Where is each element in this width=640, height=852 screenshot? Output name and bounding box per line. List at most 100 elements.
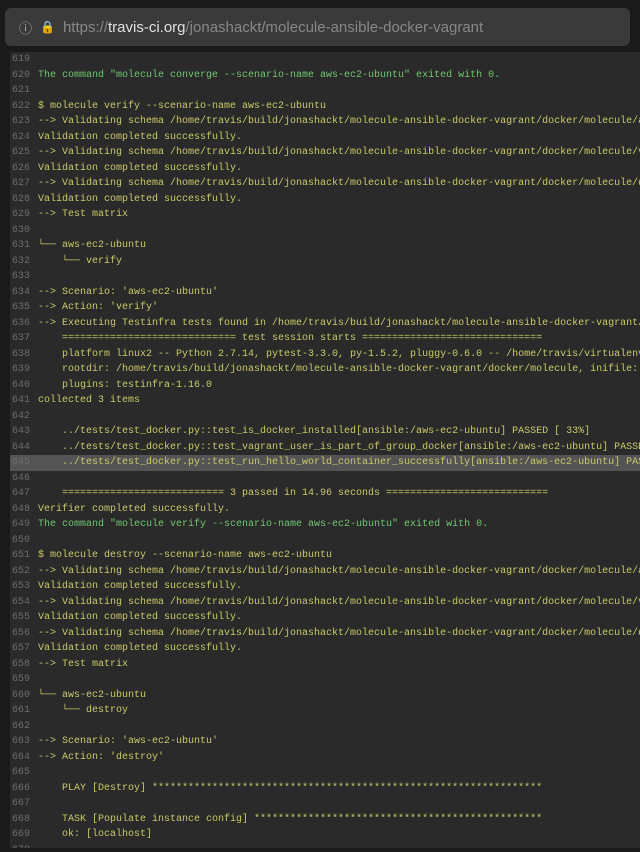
line-number[interactable]: 642 <box>10 409 38 425</box>
log-line: 664--> Action: 'destroy' <box>10 750 640 766</box>
log-line: 649The command "molecule verify --scenar… <box>10 517 640 533</box>
line-content: ../tests/test_docker.py::test_run_hello_… <box>38 455 640 471</box>
line-content: ../tests/test_docker.py::test_is_docker_… <box>38 424 590 440</box>
line-number[interactable]: 666 <box>10 781 38 797</box>
log-line: 643 ../tests/test_docker.py::test_is_doc… <box>10 424 640 440</box>
line-content: plugins: testinfra-1.16.0 <box>38 378 212 394</box>
log-line: 650 <box>10 533 640 549</box>
log-line: 661 └── destroy <box>10 703 640 719</box>
log-line: 655Validation completed successfully. <box>10 610 640 626</box>
line-number[interactable]: 624 <box>10 130 38 146</box>
line-number[interactable]: 646 <box>10 471 38 487</box>
line-number[interactable]: 628 <box>10 192 38 208</box>
log-line: 632 └── verify <box>10 254 640 270</box>
log-line: 619 <box>10 52 640 68</box>
build-log[interactable]: 619620The command "molecule converge --s… <box>10 52 640 848</box>
line-number[interactable]: 661 <box>10 703 38 719</box>
line-number[interactable]: 651 <box>10 548 38 564</box>
log-line: 629--> Test matrix <box>10 207 640 223</box>
log-line: 644 ../tests/test_docker.py::test_vagran… <box>10 440 640 456</box>
line-number[interactable]: 629 <box>10 207 38 223</box>
line-number[interactable]: 669 <box>10 827 38 843</box>
line-number[interactable]: 639 <box>10 362 38 378</box>
log-line: 654--> Validating schema /home/travis/bu… <box>10 595 640 611</box>
line-number[interactable]: 638 <box>10 347 38 363</box>
line-content: --> Executing Testinfra tests found in /… <box>38 316 640 332</box>
line-number[interactable]: 631 <box>10 238 38 254</box>
log-line: 666 PLAY [Destroy] *********************… <box>10 781 640 797</box>
line-content: --> Validating schema /home/travis/build… <box>38 564 640 580</box>
line-number[interactable]: 630 <box>10 223 38 239</box>
line-number[interactable]: 660 <box>10 688 38 704</box>
line-number[interactable]: 667 <box>10 796 38 812</box>
line-number[interactable]: 619 <box>10 52 38 68</box>
line-content: The command "molecule verify --scenario-… <box>38 517 488 533</box>
log-line: 663--> Scenario: 'aws-ec2-ubuntu' <box>10 734 640 750</box>
line-number[interactable]: 621 <box>10 83 38 99</box>
line-content: --> Validating schema /home/travis/build… <box>38 114 640 130</box>
line-content: --> Validating schema /home/travis/build… <box>38 626 640 642</box>
line-number[interactable]: 623 <box>10 114 38 130</box>
line-number[interactable]: 649 <box>10 517 38 533</box>
log-line: 639 rootdir: /home/travis/build/jonashac… <box>10 362 640 378</box>
log-line: 651$ molecule destroy --scenario-name aw… <box>10 548 640 564</box>
log-line: 656--> Validating schema /home/travis/bu… <box>10 626 640 642</box>
log-line: 637 ============================= test s… <box>10 331 640 347</box>
line-number[interactable]: 657 <box>10 641 38 657</box>
line-number[interactable]: 670 <box>10 843 38 849</box>
line-number[interactable]: 627 <box>10 176 38 192</box>
log-line: 642 <box>10 409 640 425</box>
line-number[interactable]: 648 <box>10 502 38 518</box>
line-number[interactable]: 622 <box>10 99 38 115</box>
line-content: Validation completed successfully. <box>38 579 242 595</box>
log-line: 667 <box>10 796 640 812</box>
line-number[interactable]: 644 <box>10 440 38 456</box>
url-bar[interactable]: ⓘ 🔒 https://travis-ci.org/jonashackt/mol… <box>5 8 630 46</box>
line-number[interactable]: 655 <box>10 610 38 626</box>
line-content: --> Scenario: 'aws-ec2-ubuntu' <box>38 285 218 301</box>
line-number[interactable]: 647 <box>10 486 38 502</box>
line-number[interactable]: 656 <box>10 626 38 642</box>
line-content: Validation completed successfully. <box>38 192 242 208</box>
line-number[interactable]: 620 <box>10 68 38 84</box>
line-number[interactable]: 654 <box>10 595 38 611</box>
line-content: The command "molecule converge --scenari… <box>38 68 500 84</box>
info-icon[interactable]: ⓘ <box>19 18 32 37</box>
line-number[interactable]: 662 <box>10 719 38 735</box>
line-content: rootdir: /home/travis/build/jonashackt/m… <box>38 362 638 378</box>
line-number[interactable]: 664 <box>10 750 38 766</box>
url-text[interactable]: https://travis-ci.org/jonashackt/molecul… <box>63 19 483 36</box>
line-number[interactable]: 653 <box>10 579 38 595</box>
line-number[interactable]: 668 <box>10 812 38 828</box>
line-number[interactable]: 663 <box>10 734 38 750</box>
line-number[interactable]: 659 <box>10 672 38 688</box>
line-content: Validation completed successfully. <box>38 610 242 626</box>
line-number[interactable]: 634 <box>10 285 38 301</box>
line-number[interactable]: 632 <box>10 254 38 270</box>
line-number[interactable]: 635 <box>10 300 38 316</box>
line-number[interactable]: 636 <box>10 316 38 332</box>
log-line: 621 <box>10 83 640 99</box>
line-number[interactable]: 658 <box>10 657 38 673</box>
line-content: --> Validating schema /home/travis/build… <box>38 145 640 161</box>
line-number[interactable]: 633 <box>10 269 38 285</box>
log-line: 669 ok: [localhost] <box>10 827 640 843</box>
line-number[interactable]: 665 <box>10 765 38 781</box>
line-number[interactable]: 645 <box>10 455 38 471</box>
log-line: 659 <box>10 672 640 688</box>
line-content: Validation completed successfully. <box>38 161 242 177</box>
log-line: 627--> Validating schema /home/travis/bu… <box>10 176 640 192</box>
line-number[interactable]: 637 <box>10 331 38 347</box>
line-content: --> Action: 'verify' <box>38 300 158 316</box>
log-line: 658--> Test matrix <box>10 657 640 673</box>
line-number[interactable]: 640 <box>10 378 38 394</box>
log-line: 668 TASK [Populate instance config] ****… <box>10 812 640 828</box>
line-number[interactable]: 643 <box>10 424 38 440</box>
log-line: 652--> Validating schema /home/travis/bu… <box>10 564 640 580</box>
line-number[interactable]: 626 <box>10 161 38 177</box>
line-number[interactable]: 650 <box>10 533 38 549</box>
line-content: Validation completed successfully. <box>38 130 242 146</box>
line-number[interactable]: 625 <box>10 145 38 161</box>
line-number[interactable]: 652 <box>10 564 38 580</box>
line-number[interactable]: 641 <box>10 393 38 409</box>
